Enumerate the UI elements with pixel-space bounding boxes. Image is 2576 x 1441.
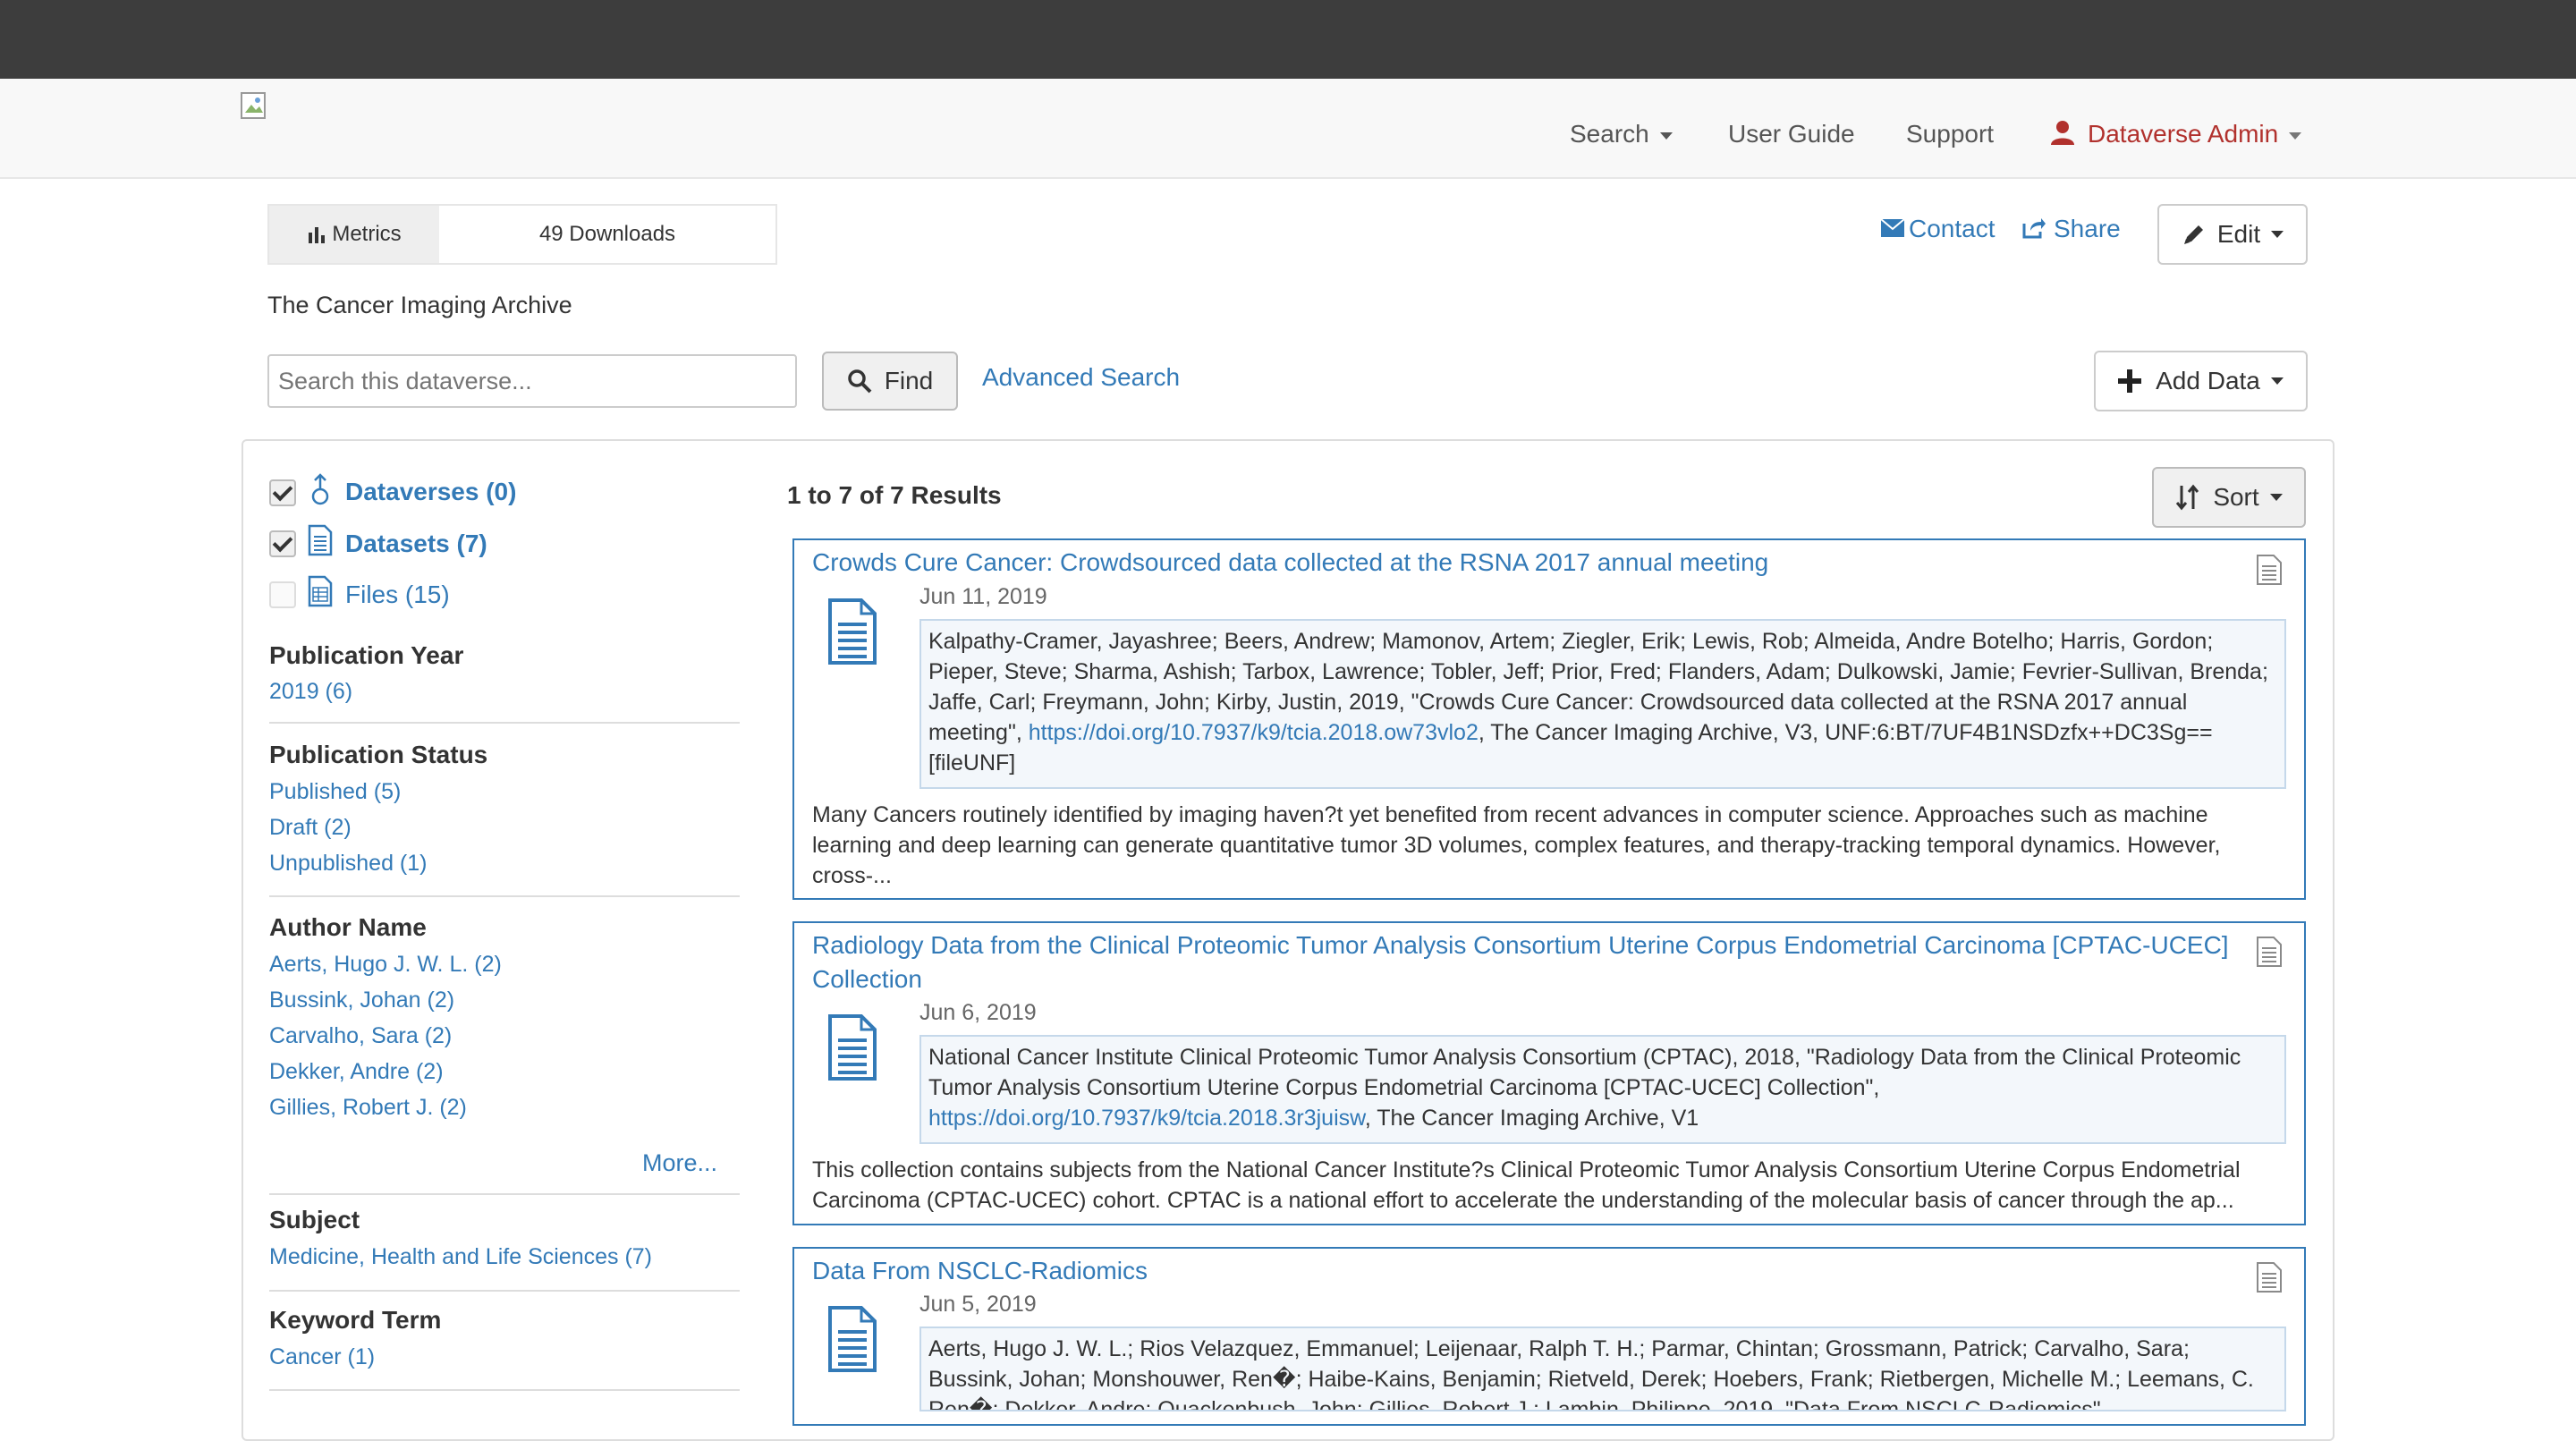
nav-user-guide[interactable]: User Guide [1728, 116, 1855, 152]
facet-item[interactable]: 2019 (6) [269, 679, 352, 705]
file-icon [308, 575, 333, 607]
find-label: Find [884, 367, 934, 394]
citation-text: , The Cancer Imaging Archive, V1 [1364, 1106, 1699, 1131]
facet-item[interactable]: Dekker, Andre (2) [269, 1059, 444, 1085]
result-date: Jun 11, 2019 [919, 584, 1047, 609]
facet-item[interactable]: Unpublished (1) [269, 851, 428, 877]
caret-down-icon [2270, 377, 2284, 385]
facet-more-link[interactable]: More... [642, 1149, 717, 1177]
datasets-checkbox[interactable] [269, 530, 296, 557]
facet-item[interactable]: Aerts, Hugo J. W. L. (2) [269, 952, 502, 978]
facet-item[interactable]: Bussink, Johan (2) [269, 988, 454, 1013]
dataset-icon [828, 598, 877, 665]
add-data-button[interactable]: Add Data [2094, 351, 2308, 411]
edit-label: Edit [2216, 220, 2261, 248]
bar-chart-icon [309, 227, 326, 243]
browser-top-bar [0, 0, 2576, 79]
contact-link[interactable]: Contact [1880, 215, 1996, 243]
add-data-label: Add Data [2156, 367, 2260, 394]
citation-doi-link[interactable]: https://doi.org/10.7937/k9/tcia.2018.3r3… [928, 1106, 1365, 1131]
share-link[interactable]: Share [2021, 215, 2121, 243]
result-date: Jun 5, 2019 [919, 1292, 1037, 1317]
nav-account-dropdown[interactable]: Dataverse Admin [2050, 116, 2302, 152]
find-button[interactable]: Find [822, 352, 958, 411]
dataset-icon [2257, 1262, 2282, 1293]
dataset-icon [828, 1014, 877, 1081]
dataverse-name: The Cancer Imaging Archive [267, 292, 572, 318]
metrics-tab[interactable]: Metrics [269, 206, 439, 263]
divider [269, 1389, 740, 1391]
results-count: 1 to 7 of 7 Results [787, 481, 1002, 509]
facet-files[interactable]: Files (15) [345, 581, 450, 609]
facet-item[interactable]: Carvalho, Sara (2) [269, 1023, 452, 1049]
citation-doi-link[interactable]: https://doi.org/10.7937/k9/tcia.2018.ow7… [1029, 720, 1479, 745]
share-icon [2022, 218, 2046, 239]
caret-down-icon [1659, 131, 1673, 140]
envelope-icon [1880, 218, 1905, 237]
result-citation: Kalpathy-Cramer, Jayashree; Beers, Andre… [919, 619, 2286, 789]
dataverse-icon [311, 473, 329, 505]
plus-icon [2118, 369, 2142, 393]
magnifier-icon [848, 369, 872, 394]
dataset-icon [2257, 937, 2282, 967]
result-title[interactable]: Radiology Data from the Clinical Proteom… [812, 928, 2234, 996]
divider [269, 895, 740, 897]
downloads-count: 49 Downloads [538, 222, 676, 246]
facet-publication-year-title: Publication Year [269, 641, 464, 669]
divider [269, 722, 740, 724]
search-input[interactable] [267, 354, 797, 408]
nav-search-dropdown[interactable]: Search [1570, 116, 1673, 152]
result-description: Many Cancers routinely identified by ima… [812, 802, 2221, 888]
dataverses-checkbox[interactable] [269, 479, 296, 506]
facet-dataverses[interactable]: Dataverses (0) [345, 478, 516, 506]
sort-icon [2176, 484, 2199, 511]
nav-search-label: Search [1570, 120, 1649, 148]
caret-down-icon [2269, 494, 2283, 501]
divider [269, 1290, 740, 1292]
facet-item[interactable]: Published (5) [269, 779, 401, 805]
facet-datasets[interactable]: Datasets (7) [345, 530, 487, 558]
user-icon [2051, 121, 2074, 145]
facet-item[interactable]: Draft (2) [269, 815, 352, 841]
broken-logo-icon[interactable] [240, 91, 270, 122]
dataset-icon [2257, 555, 2282, 585]
facet-subject-title: Subject [269, 1206, 360, 1233]
result-citation: Aerts, Hugo J. W. L.; Rios Velazquez, Em… [919, 1327, 2286, 1411]
facet-item[interactable]: Cancer (1) [269, 1344, 375, 1370]
facet-publication-status-title: Publication Status [269, 741, 488, 768]
result-citation: National Cancer Institute Clinical Prote… [919, 1035, 2286, 1144]
divider [269, 1193, 740, 1195]
result-title[interactable]: Data From NSCLC-Radiomics [812, 1254, 2234, 1288]
facet-author-name-title: Author Name [269, 913, 427, 941]
result-description: This collection contains subjects from t… [812, 1157, 2241, 1213]
caret-down-icon [2289, 131, 2302, 140]
caret-down-icon [2271, 231, 2284, 238]
files-checkbox[interactable] [269, 581, 296, 608]
account-label: Dataverse Admin [2088, 120, 2279, 148]
contact-label: Contact [1909, 215, 1996, 242]
share-label: Share [2054, 215, 2121, 242]
dataset-icon [828, 1306, 877, 1372]
dataset-icon [308, 524, 333, 556]
sort-button[interactable]: Sort [2152, 467, 2306, 528]
edit-button[interactable]: Edit [2157, 204, 2308, 265]
nav-support[interactable]: Support [1906, 116, 1994, 152]
advanced-search-link[interactable]: Advanced Search [982, 363, 1180, 392]
facet-keyword-title: Keyword Term [269, 1306, 442, 1334]
citation-text: Aerts, Hugo J. W. L.; Rios Velazquez, Em… [928, 1336, 2254, 1411]
facet-item[interactable]: Gillies, Robert J. (2) [269, 1095, 467, 1121]
metrics-label: Metrics [332, 222, 402, 246]
pencil-icon [2183, 225, 2203, 244]
result-title[interactable]: Crowds Cure Cancer: Crowdsourced data co… [812, 546, 2234, 580]
citation-text: National Cancer Institute Clinical Prote… [928, 1045, 2241, 1100]
result-date: Jun 6, 2019 [919, 1000, 1037, 1025]
metrics-box: Metrics 49 Downloads [267, 204, 777, 265]
sort-label: Sort [2213, 483, 2259, 511]
facet-item[interactable]: Medicine, Health and Life Sciences (7) [269, 1244, 652, 1270]
